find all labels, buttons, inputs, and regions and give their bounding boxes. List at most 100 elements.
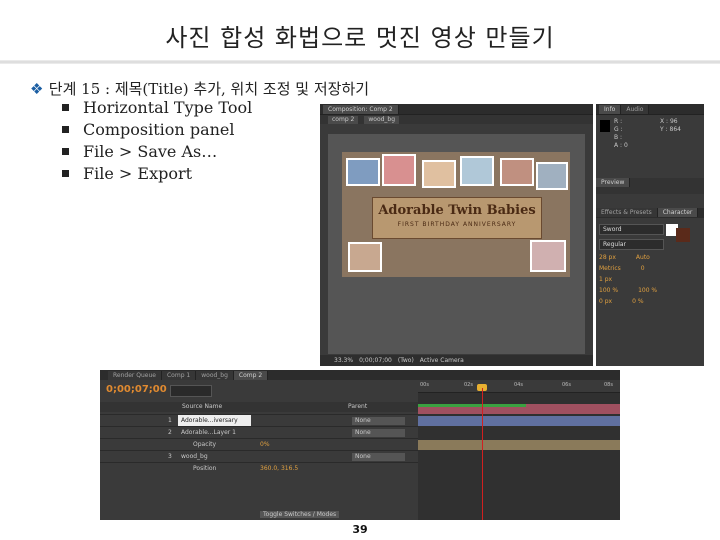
square-bullet-icon	[62, 169, 69, 177]
stroke-width[interactable]: 1 px	[599, 276, 701, 283]
composition-viewer[interactable]: Adorable Twin Babies FIRST BIRTHDAY ANNI…	[328, 134, 585, 354]
layer-bar[interactable]	[418, 416, 620, 426]
property-name: Opacity	[193, 441, 217, 448]
photo-thumbnail	[460, 156, 494, 186]
property-value[interactable]: 0%	[260, 439, 270, 450]
composition-tabbar: Composition: Comp 2	[320, 104, 593, 115]
property-row[interactable]: Opacity 0%	[100, 438, 418, 450]
tab-render-queue[interactable]: Render Queue	[108, 370, 162, 380]
photo-thumbnail	[346, 158, 380, 186]
diamond-bullet-icon: ❖	[30, 80, 44, 98]
tsume[interactable]: 0 %	[632, 298, 643, 305]
timeline-panel: Render Queue Comp 1 wood_bg Comp 2 0;00;…	[100, 370, 620, 520]
layer-name[interactable]: Adorable...iversary	[178, 415, 251, 426]
auto-leading[interactable]: Auto	[636, 254, 650, 261]
toggle-switches-button[interactable]: Toggle Switches / Modes	[260, 511, 340, 518]
playhead-line[interactable]	[482, 388, 483, 520]
photo-thumbnail	[500, 158, 534, 186]
crumb-layer[interactable]: wood_bg	[364, 115, 400, 124]
square-bullet-icon	[62, 125, 69, 133]
stroke-color-swatch[interactable]	[676, 228, 690, 242]
step-heading: ❖ 단계 15 : 제목(Title) 추가, 위치 조정 및 저장하기	[30, 78, 369, 99]
composition-footer: 33.3% 0;00;07;00 (Two) Active Camera	[320, 355, 593, 366]
info-panel: Info Audio R : G : B : A : 0 X : 96 Y : …	[596, 104, 704, 366]
baseline-row: 0 px 0 %	[599, 298, 701, 305]
character-tabbar: Effects & Presets Character	[596, 208, 704, 218]
bullet-item: Composition panel	[62, 119, 252, 141]
layer-header: Source Name Parent	[100, 402, 418, 412]
zoom-level[interactable]: 33.3%	[334, 357, 353, 364]
property-value[interactable]: 360.0, 316.5	[260, 463, 298, 474]
kerning[interactable]: Metrics	[599, 265, 621, 272]
font-select[interactable]: Sword	[599, 224, 664, 235]
vertical-scale[interactable]: 100 %	[599, 287, 618, 294]
slide-title: 사진 합성 화법으로 멋진 영상 만들기	[165, 24, 555, 52]
timeline-tracks: 00s 02s 04s 06s 08s	[418, 380, 620, 520]
preview-panel: Preview	[596, 178, 704, 194]
comp-timecode[interactable]: 0;00;07;00	[359, 357, 392, 364]
layer-row[interactable]: 1 Adorable...iversary None	[100, 414, 418, 426]
property-row[interactable]: Position 360.0, 316.5	[100, 462, 418, 474]
square-bullet-icon	[62, 147, 69, 155]
square-bullet-icon	[62, 103, 69, 111]
baseline-shift[interactable]: 0 px	[599, 298, 612, 305]
header-source-name: Source Name	[182, 403, 223, 410]
info-tabbar: Info Audio	[596, 104, 704, 115]
bullet-list: Horizontal Type Tool Composition panel F…	[62, 97, 252, 185]
tab-character[interactable]: Character	[657, 208, 699, 217]
tab-composition[interactable]: Composition: Comp 2	[323, 104, 399, 114]
layer-search-input[interactable]	[170, 385, 212, 397]
canvas-title-box[interactable]: Adorable Twin Babies FIRST BIRTHDAY ANNI…	[372, 197, 542, 239]
tab-wood-bg[interactable]: wood_bg	[196, 370, 234, 380]
color-swatch	[600, 120, 610, 132]
horizontal-scale[interactable]: 100 %	[638, 287, 657, 294]
photo-thumbnail	[348, 242, 382, 272]
font-size[interactable]: 28 px	[599, 254, 616, 261]
tab-comp-2[interactable]: Comp 2	[233, 370, 269, 380]
layer-outline: 0;00;07;00 Source Name Parent 1 Adorable…	[100, 380, 418, 520]
photo-thumbnail	[536, 162, 568, 190]
tracking[interactable]: 0	[641, 265, 645, 272]
photo-thumbnail	[422, 160, 456, 188]
composition-panel: Composition: Comp 2 comp 2 wood_bg Adora…	[320, 104, 593, 366]
layer-row[interactable]: 2 Adorable...Layer 1 None	[100, 426, 418, 438]
tab-effects[interactable]: Effects & Presets	[596, 208, 658, 217]
bullet-item: File > Export	[62, 163, 252, 185]
bullet-item: File > Save As…	[62, 141, 252, 163]
parent-select[interactable]: None	[352, 453, 405, 461]
photo-thumbnail	[530, 240, 566, 272]
timeline-timecode[interactable]: 0;00;07;00	[106, 384, 167, 395]
photo-thumbnail	[382, 154, 416, 186]
property-name: Position	[193, 465, 217, 472]
tab-comp-1[interactable]: Comp 1	[161, 370, 197, 380]
layer-name[interactable]: Adorable...Layer 1	[178, 427, 251, 438]
tab-info[interactable]: Info	[599, 104, 622, 114]
scale-row: 100 % 100 %	[599, 287, 701, 294]
step-text: 단계 15 : 제목(Title) 추가, 위치 조정 및 저장하기	[48, 80, 370, 98]
header-parent: Parent	[348, 403, 368, 410]
kerning-row: Metrics 0	[599, 265, 701, 272]
page-number: 39	[352, 523, 368, 536]
parent-select[interactable]: None	[352, 429, 405, 437]
rgba-readout: R : G : B : A : 0	[614, 118, 628, 149]
layer-row[interactable]: 3 wood_bg None	[100, 450, 418, 462]
crumb-comp[interactable]: comp 2	[328, 115, 359, 124]
xy-readout: X : 96 Y : 864	[660, 118, 681, 133]
parent-select[interactable]: None	[352, 417, 405, 425]
canvas-title: Adorable Twin Babies	[378, 203, 536, 218]
resolution-select[interactable]: (Two)	[398, 357, 414, 364]
time-ruler[interactable]: 00s 02s 04s 06s 08s	[418, 380, 620, 393]
style-select[interactable]: Regular	[599, 239, 664, 250]
camera-select[interactable]: Active Camera	[420, 357, 464, 364]
tab-preview[interactable]: Preview	[596, 178, 631, 187]
work-area-bar	[418, 404, 526, 407]
layer-name[interactable]: wood_bg	[178, 451, 251, 462]
canvas-subtitle: FIRST BIRTHDAY ANNIVERSARY	[397, 221, 517, 228]
layer-bar[interactable]	[418, 440, 620, 450]
composition-breadcrumb: comp 2 wood_bg	[320, 115, 593, 124]
title-divider	[0, 60, 720, 64]
composition-canvas[interactable]: Adorable Twin Babies FIRST BIRTHDAY ANNI…	[342, 152, 570, 277]
bullet-item: Horizontal Type Tool	[62, 97, 252, 119]
tab-audio[interactable]: Audio	[621, 104, 650, 114]
size-row: 28 px Auto	[599, 254, 701, 261]
